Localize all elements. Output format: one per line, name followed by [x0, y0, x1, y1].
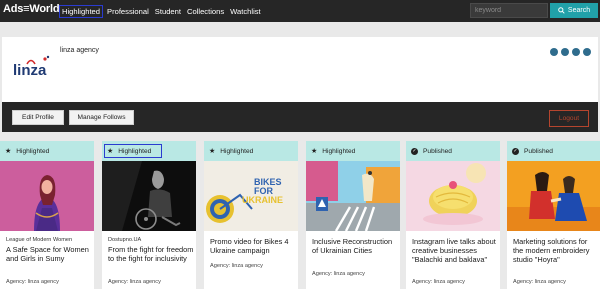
- star-icon: ★: [311, 147, 318, 155]
- facebook-icon[interactable]: [572, 48, 580, 56]
- card-title[interactable]: Instagram live talks about creative busi…: [412, 237, 498, 264]
- card-tag: ✓ Published: [406, 141, 500, 161]
- card-thumbnail[interactable]: [102, 161, 196, 231]
- card-tag: ★ Highlighted: [0, 141, 94, 161]
- card-agency: Agency: linza agency: [312, 271, 365, 277]
- card-tag: ★ Highlighted: [306, 141, 400, 161]
- star-icon: ★: [5, 147, 12, 155]
- highlight-outline: [104, 144, 162, 158]
- card-title[interactable]: From the fight for freedom to the fight …: [108, 245, 194, 263]
- search-button-label: Search: [567, 7, 591, 14]
- ad-card[interactable]: ★ Highlighted BIKES FOR UKRAINE Promo vi…: [204, 141, 298, 289]
- nav-links: Highlighted Professional Student Collect…: [59, 0, 265, 22]
- card-agency: Agency: linza agency: [513, 279, 566, 285]
- check-circle-icon: ✓: [411, 147, 418, 155]
- top-navbar: Ads≡World Highlighted Professional Stude…: [0, 0, 600, 22]
- ad-card[interactable]: ★ Highlighted Inclusive Reconstruction o…: [306, 141, 400, 289]
- nav-watchlist[interactable]: Watchlist: [228, 6, 263, 17]
- card-title[interactable]: Marketing solutions for the modern embro…: [513, 237, 599, 264]
- card-title[interactable]: Promo video for Bikes 4 Ukraine campaign: [210, 237, 296, 255]
- ad-card[interactable]: ★ Highlighted League of Modern Women A S…: [0, 141, 94, 289]
- card-title[interactable]: Inclusive Reconstruction of Ukrainian Ci…: [312, 237, 398, 255]
- profile-action-bar: Edit Profile Manage Follows Logout: [2, 102, 598, 132]
- card-agency: Agency: linza agency: [108, 279, 161, 285]
- logout-button[interactable]: Logout: [549, 110, 589, 127]
- card-thumbnail[interactable]: [306, 161, 400, 231]
- svg-text:UKRAINE: UKRAINE: [242, 195, 283, 205]
- card-tag-label: Published: [524, 147, 553, 155]
- card-tag-label: Published: [423, 147, 452, 155]
- search-button[interactable]: Search: [550, 3, 598, 18]
- nav-professional[interactable]: Professional: [105, 6, 151, 17]
- globe-icon[interactable]: [550, 48, 558, 56]
- nav-highlighted[interactable]: Highlighted: [59, 4, 103, 18]
- card-agency: Agency: linza agency: [6, 279, 59, 285]
- card-tag-label: Highlighted: [16, 147, 50, 155]
- profile-name: linza agency: [60, 47, 99, 54]
- card-thumbnail[interactable]: [507, 161, 600, 231]
- card-agency: Agency: linza agency: [210, 263, 263, 269]
- card-title[interactable]: A Safe Space for Women and Girls in Sumy: [6, 245, 92, 263]
- card-tag-label: Highlighted: [220, 147, 254, 155]
- linza-logo: linza: [13, 55, 50, 79]
- site-logo[interactable]: Ads≡World: [3, 3, 60, 15]
- card-agency: Agency: linza agency: [412, 279, 465, 285]
- card-thumbnail[interactable]: [0, 161, 94, 231]
- check-circle-icon: ✓: [512, 147, 519, 155]
- linkedin-icon[interactable]: [561, 48, 569, 56]
- card-thumbnail[interactable]: [406, 161, 500, 231]
- nav-student[interactable]: Student: [153, 6, 183, 17]
- search-icon: [558, 7, 565, 14]
- card-tag: ✓ Published: [507, 141, 600, 161]
- manage-follows-button[interactable]: Manage Follows: [69, 110, 134, 125]
- profile-header: linza linza agency: [2, 37, 598, 102]
- card-source: League of Modern Women: [6, 237, 73, 243]
- card-tag: ★ Highlighted: [204, 141, 298, 161]
- card-thumbnail[interactable]: BIKES FOR UKRAINE: [204, 161, 298, 231]
- ad-card[interactable]: ★ Highlighted Dostupno.UA From the fight…: [102, 141, 196, 289]
- star-icon: ★: [209, 147, 216, 155]
- social-links: [550, 48, 591, 56]
- instagram-icon[interactable]: [583, 48, 591, 56]
- svg-text:linza: linza: [13, 62, 47, 79]
- card-tag-label: Highlighted: [322, 147, 356, 155]
- ad-card[interactable]: ✓ Published Instagram live talks about c…: [406, 141, 500, 289]
- search-input[interactable]: [470, 3, 548, 18]
- ad-card[interactable]: ✓ Published Marketing solutions for the …: [507, 141, 600, 289]
- nav-collections[interactable]: Collections: [185, 6, 226, 17]
- card-source: Dostupno.UA: [108, 237, 142, 243]
- edit-profile-button[interactable]: Edit Profile: [12, 110, 64, 125]
